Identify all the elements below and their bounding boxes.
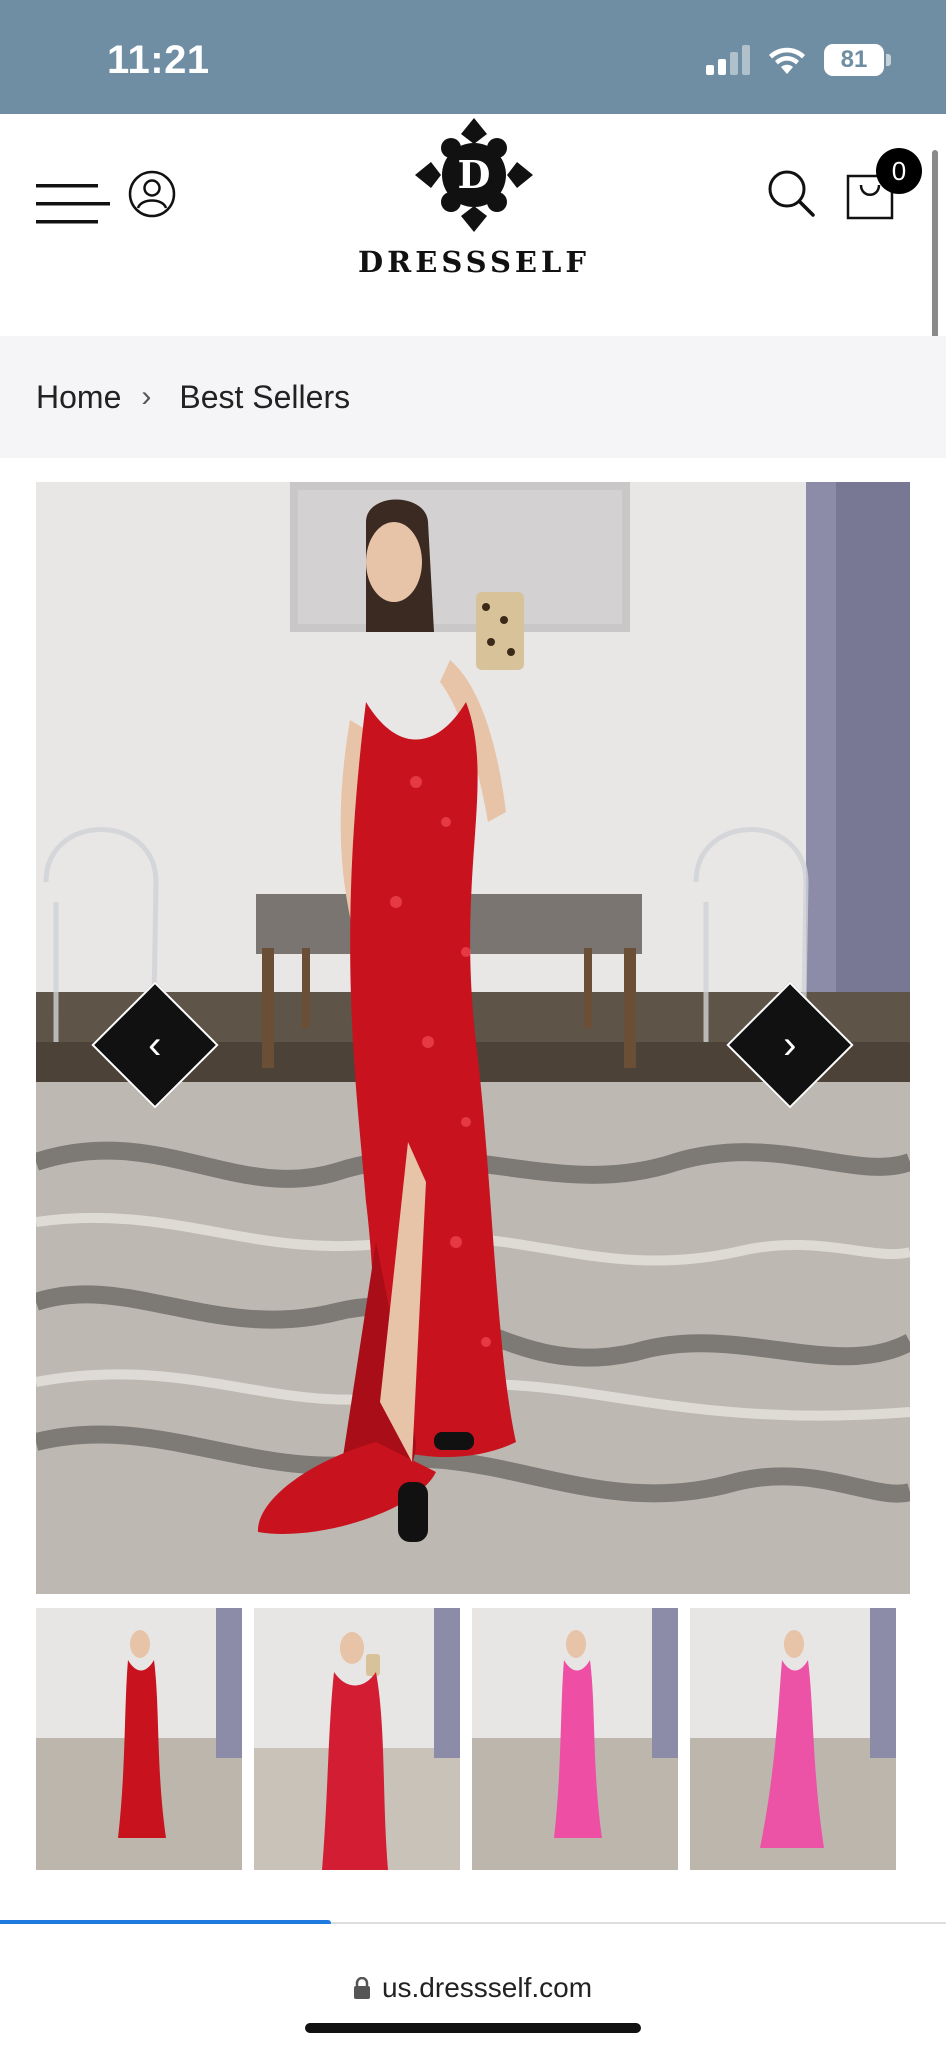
breadcrumb-current: Best Sellers — [179, 378, 351, 415]
home-indicator — [305, 2023, 641, 2033]
browser-url-bar[interactable]: us.dressself.com — [0, 1924, 946, 2048]
lock-icon — [353, 1977, 370, 1999]
search-icon[interactable] — [766, 168, 816, 218]
battery-tip — [886, 54, 891, 66]
url-display[interactable]: us.dressself.com — [0, 1972, 946, 2004]
logo-emblem: D — [415, 118, 533, 232]
thumbnail-1[interactable] — [36, 1608, 242, 1870]
wifi-icon — [769, 47, 805, 74]
status-indicators: 81 — [706, 44, 891, 76]
site-logo[interactable]: D DRESSSELF — [358, 114, 590, 284]
status-bar: 11:21 81 — [0, 0, 946, 114]
breadcrumb-home-link[interactable]: Home — [36, 379, 121, 416]
breadcrumb: Home › Best Sellers — [0, 336, 946, 458]
cart-count-badge[interactable]: 0 — [876, 148, 922, 194]
thumbnail-3[interactable] — [472, 1608, 678, 1870]
thumbnail-4[interactable] — [690, 1608, 896, 1870]
battery-indicator: 81 — [824, 44, 891, 76]
url-text: us.dressself.com — [381, 1972, 593, 2003]
logo-wordmark: DRESSSELF — [358, 245, 590, 279]
signal-icon — [706, 45, 750, 75]
chevron-right-icon: › — [141, 380, 152, 413]
account-icon[interactable] — [128, 170, 176, 218]
status-time: 11:21 — [107, 38, 210, 82]
battery-level: 81 — [840, 46, 868, 73]
chevron-right-icon: › — [783, 1022, 797, 1067]
thumbnail-2[interactable] — [254, 1608, 460, 1870]
logo-letter: D — [458, 152, 491, 197]
hamburger-menu-icon[interactable] — [36, 174, 110, 234]
chevron-left-icon: ‹ — [148, 1022, 162, 1067]
thumbnail-strip — [36, 1608, 896, 1870]
